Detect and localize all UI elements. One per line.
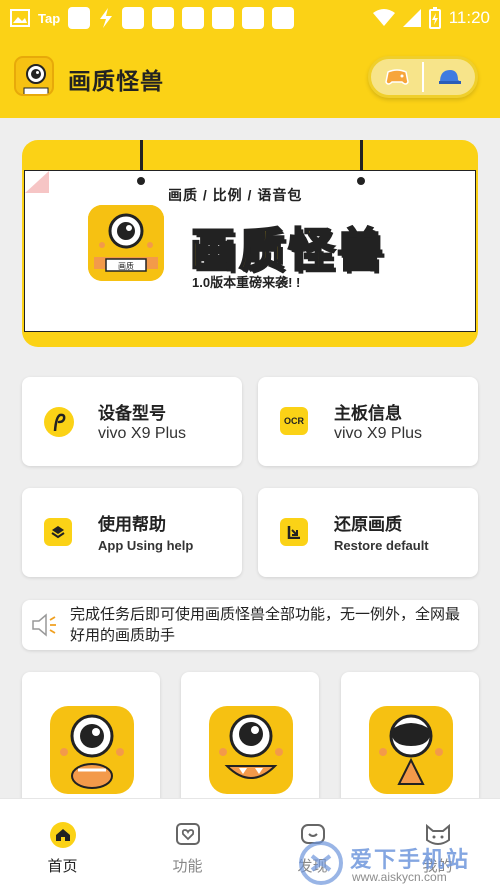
monster-sleepy-image <box>369 706 453 794</box>
card-title: 使用帮助 <box>98 515 166 534</box>
help-layers-icon <box>44 518 72 546</box>
card-subtitle: vivo X9 Plus <box>334 425 423 442</box>
watermark-logo-icon <box>299 841 343 885</box>
notification-icon <box>122 7 145 29</box>
nav-home[interactable]: 首页 <box>0 799 125 889</box>
notification-icon <box>212 7 235 29</box>
device-model-icon <box>44 407 74 437</box>
notification-icon <box>242 7 265 29</box>
monster-card[interactable] <box>22 672 160 812</box>
notification-icon <box>272 7 295 29</box>
usage-help-card[interactable]: 使用帮助 App Using help <box>22 488 242 577</box>
device-model-card[interactable]: 设备型号 vivo X9 Plus <box>22 377 242 466</box>
icon-label: 画质 <box>118 261 134 271</box>
header-actions <box>368 56 478 98</box>
monster-card[interactable] <box>181 672 319 812</box>
restore-icon <box>280 518 308 546</box>
image-icon <box>10 9 30 27</box>
game-button[interactable] <box>371 59 422 95</box>
notification-icon <box>152 7 175 29</box>
speaker-icon <box>32 613 56 637</box>
home-icon <box>49 821 77 849</box>
cap-button[interactable] <box>424 59 475 95</box>
monster-app-icon: 画质 <box>88 205 164 281</box>
wifi-icon <box>372 9 395 26</box>
nav-label: 首页 <box>47 858 78 875</box>
monster-happy-image <box>209 706 293 794</box>
card-title: 设备型号 <box>98 404 166 423</box>
monster-card[interactable] <box>341 672 479 812</box>
app-logo <box>14 56 54 96</box>
notification-icon <box>182 7 205 29</box>
tap-indicator: Tap <box>38 10 61 26</box>
clock: 11:20 <box>448 8 490 27</box>
watermark-url: www.aiskycn.com <box>352 870 447 884</box>
nav-label: 功能 <box>172 858 203 875</box>
card-title: 还原画质 <box>334 515 402 534</box>
page-fold <box>25 171 49 193</box>
card-subtitle: Restore default <box>334 538 429 553</box>
cap-icon <box>439 70 462 84</box>
notification-icon <box>68 7 91 29</box>
battery-icon <box>428 7 441 29</box>
gamepad-icon <box>384 69 409 85</box>
restore-card[interactable]: 还原画质 Restore default <box>258 488 478 577</box>
status-bar: Tap 11:20 <box>0 0 500 36</box>
flash-icon <box>100 8 113 28</box>
nav-features[interactable]: 功能 <box>125 799 250 889</box>
banner-tagline: 1.0版本重磅来袭! ! <box>192 275 301 290</box>
signal-icon <box>402 9 421 27</box>
notice-bar: 完成任务后即可使用画质怪兽全部功能，无一例外，全网最好用的画质助手 <box>22 600 478 650</box>
watermark: 爱下手机站 www.aiskycn.com <box>298 840 500 886</box>
banner-title: 画质怪兽 <box>189 223 386 277</box>
board-info-card[interactable]: OCR 主板信息 vivo X9 Plus <box>258 377 478 466</box>
app-header: 画质怪兽 <box>0 36 500 118</box>
ocr-icon: OCR <box>280 407 308 435</box>
card-subtitle: App Using help <box>98 538 194 553</box>
heart-box-icon <box>174 821 202 849</box>
notice-text: 完成任务后即可使用画质怪兽全部功能，无一例外，全网最好用的画质助手 <box>70 606 461 644</box>
card-title: 主板信息 <box>334 404 402 423</box>
banner-subtitle: 画质 / 比例 / 语音包 <box>168 187 303 203</box>
promo-banner[interactable]: 画质 / 比例 / 语音包 画质 画质怪兽 1.0版本重磅来袭! ! <box>22 140 478 347</box>
app-title: 画质怪兽 <box>68 68 164 94</box>
card-subtitle: vivo X9 Plus <box>98 425 187 442</box>
pin <box>137 177 145 185</box>
pin <box>357 177 365 185</box>
ocr-label: OCR <box>284 416 304 426</box>
monster-surprised-image <box>50 706 134 794</box>
